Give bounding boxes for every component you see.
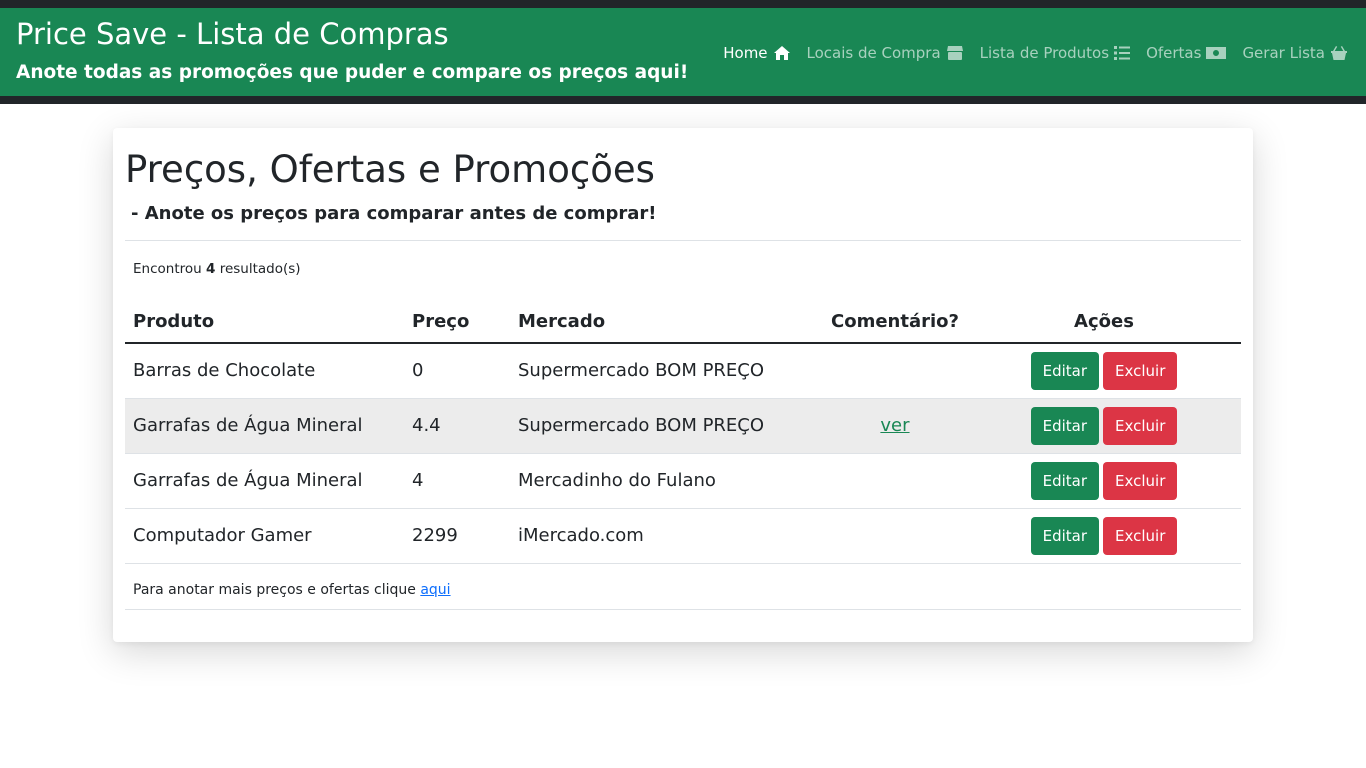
prices-table: Produto Preço Mercado Comentário? Ações … [125,300,1241,564]
cell-comentario: ver [823,398,967,454]
col-header-comentario: Comentário? [823,300,967,344]
home-icon [773,46,790,60]
cell-produto: Garrafas de Água Mineral [125,453,404,509]
cell-produto: Computador Gamer [125,508,404,564]
cell-preco: 4 [404,453,510,509]
cell-preco: 0 [404,343,510,399]
page-title: Preços, Ofertas e Promoções [125,148,655,191]
nav-item-label: Home [723,44,768,62]
delete-button[interactable]: Excluir [1103,406,1178,445]
delete-button[interactable]: Excluir [1103,351,1178,390]
cell-comentario [823,453,967,509]
col-header-produto: Produto [125,300,404,344]
divider [125,609,1241,610]
col-header-preco: Preço [404,300,510,344]
edit-button[interactable]: Editar [1030,351,1100,390]
delete-button[interactable]: Excluir [1103,516,1178,555]
result-prefix: Encontrou [133,261,202,277]
edit-button[interactable]: Editar [1030,516,1100,555]
cell-mercado: Supermercado BOM PREÇO [510,398,823,454]
navbar: Price Save - Lista de Compras Anote toda… [0,8,1366,96]
add-more-text: Para anotar mais preços e ofertas clique [133,582,416,598]
cell-preco: 2299 [404,508,510,564]
edit-button[interactable]: Editar [1030,406,1100,445]
cell-produto: Garrafas de Água Mineral [125,398,404,454]
list-icon [1114,46,1131,60]
col-header-acoes: Ações [966,300,1241,344]
page-subtitle: - Anote os preços para comparar antes de… [131,203,657,224]
nav-item-label: Lista de Produtos [979,44,1110,62]
cell-mercado: iMercado.com [510,508,823,564]
cell-acoes: Editar Excluir [966,508,1241,564]
nav-item-label: Gerar Lista [1242,44,1325,62]
nav-item-locais[interactable]: Locais de Compra [807,44,964,62]
nav-item-gerar-lista[interactable]: Gerar Lista [1242,44,1348,62]
result-count-text: Encontrou 4 resultado(s) [133,259,301,279]
view-comment-link[interactable]: ver [880,415,909,436]
cell-acoes: Editar Excluir [966,343,1241,399]
app-title: Price Save - Lista de Compras [16,17,449,51]
nav-item-ofertas[interactable]: Ofertas [1146,44,1227,62]
cell-mercado: Supermercado BOM PREÇO [510,343,823,399]
cell-preco: 4.4 [404,398,510,454]
store-icon [946,46,963,60]
edit-button[interactable]: Editar [1030,461,1100,500]
divider [125,240,1241,241]
main-nav: Home Locais de Compra Lista de Produtos … [707,40,1348,66]
app-subtitle: Anote todas as promoções que puder e com… [16,62,689,83]
nav-item-label: Locais de Compra [806,44,941,62]
nav-item-produtos[interactable]: Lista de Produtos [979,44,1131,62]
cell-mercado: Mercadinho do Fulano [510,453,823,509]
table-row: Barras de Chocolate 0 Supermercado BOM P… [125,343,1241,399]
cell-produto: Barras de Chocolate [125,343,404,399]
money-icon [1206,47,1227,59]
content-card: Preços, Ofertas e Promoções - Anote os p… [113,128,1253,642]
nav-item-label: Ofertas [1146,44,1202,62]
result-suffix: resultado(s) [219,261,301,277]
result-count: 4 [205,261,216,277]
cell-acoes: Editar Excluir [966,398,1241,454]
basket-icon [1331,46,1347,60]
table-row: Garrafas de Água Mineral 4 Mercadinho do… [125,453,1241,509]
cell-comentario [823,343,967,399]
add-more-note: Para anotar mais preços e ofertas clique… [133,579,451,601]
nav-item-home[interactable]: Home [723,44,790,62]
table-header-row: Produto Preço Mercado Comentário? Ações [125,300,1241,344]
col-header-mercado: Mercado [510,300,823,344]
table-row: Garrafas de Água Mineral 4.4 Supermercad… [125,398,1241,454]
cell-acoes: Editar Excluir [966,453,1241,509]
add-more-link[interactable]: aqui [420,582,450,598]
table-row: Computador Gamer 2299 iMercado.com Edita… [125,508,1241,564]
delete-button[interactable]: Excluir [1103,461,1178,500]
cell-comentario [823,508,967,564]
